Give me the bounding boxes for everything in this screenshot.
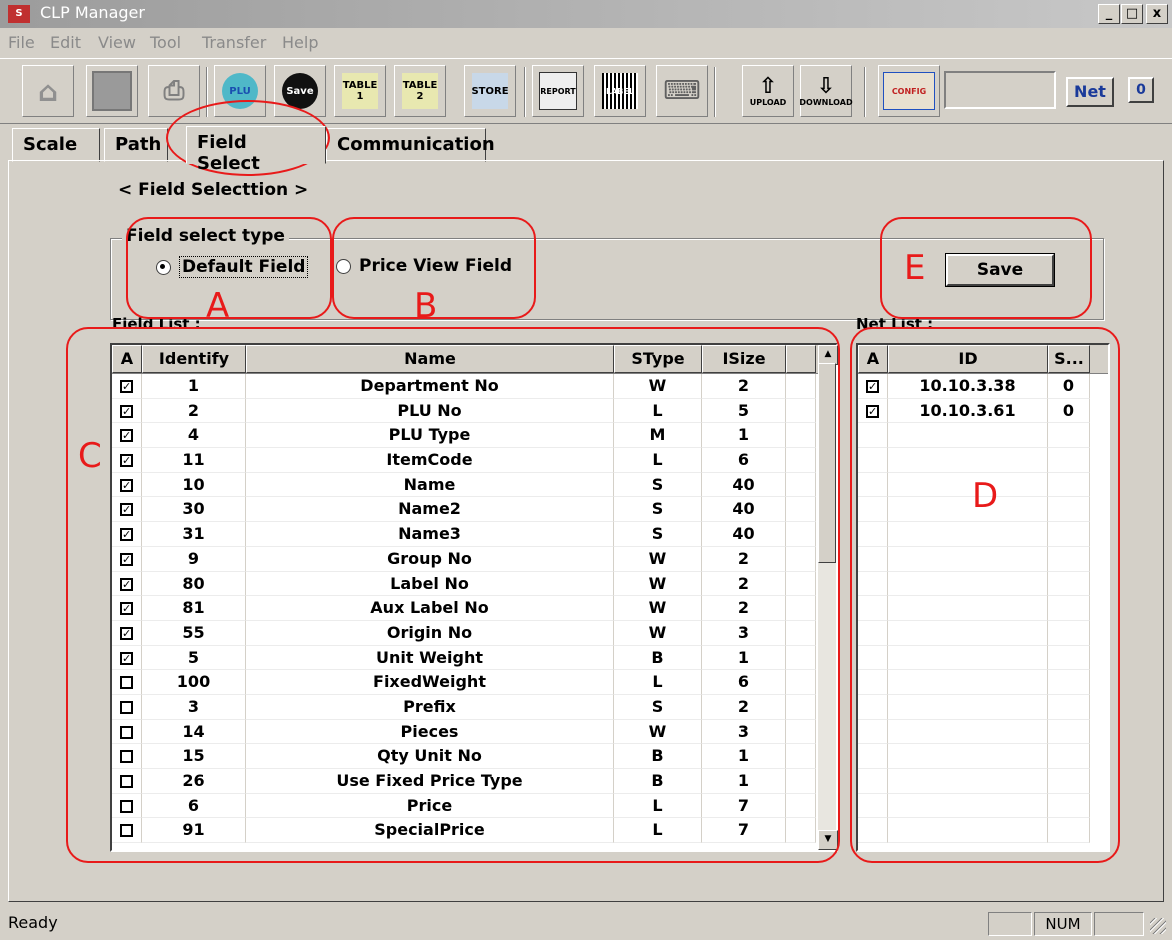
table2-icon: TABLE 2 [402,73,438,109]
config-button[interactable]: CONFIG [878,65,940,117]
maximize-button[interactable]: □ [1121,4,1143,24]
table1-button[interactable]: TABLE 1 [334,65,386,117]
status-bar: Ready NUM [0,908,1172,940]
window-title: CLP Manager [40,3,145,22]
keyboard-button[interactable]: ⌨ [656,65,708,117]
menu-tool[interactable]: Tool [150,33,181,52]
annotation-box-d [850,327,1120,863]
menu-file[interactable]: File [8,33,35,52]
save-store-icon: Save [282,73,318,109]
tab-scale[interactable]: Scale [12,128,100,162]
status-text: Ready [8,913,58,932]
tab-field-select[interactable]: Field Select [186,126,326,174]
annotation-label-a: A [206,286,230,326]
counter-button[interactable]: 0 [1128,77,1154,103]
save-file-button[interactable] [86,65,138,117]
annotation-label-b: B [414,286,438,326]
menu-edit[interactable]: Edit [50,33,81,52]
upload-label: UPLOAD [749,97,787,107]
report-button[interactable]: REPORT [532,65,584,117]
minimize-button[interactable]: _ [1098,4,1120,24]
tab-path[interactable]: Path [104,128,168,162]
net-address-field[interactable] [944,71,1056,109]
menu-transfer[interactable]: Transfer [202,33,266,52]
tab-communication[interactable]: Communication [326,128,495,162]
menu-bar: File Edit View Tool Transfer Help [0,30,1172,56]
toolbar: ⌂ ⎙ PLU Save TABLE 1 TABLE 2 STORE REPOR… [0,58,1172,124]
resize-grip-icon[interactable] [1150,918,1166,934]
store-icon: STORE [471,73,509,109]
home-button[interactable]: ⌂ [22,65,74,117]
toolbar-separator [714,67,716,117]
annotation-label-d: D [972,476,999,516]
title-bar: S CLP Manager _ □ x [0,0,1172,28]
label-icon: LABEL [602,73,638,109]
download-label: DOWNLOAD [799,97,853,107]
printer-icon: ⎙ [163,75,185,106]
status-panel-empty-2 [1094,912,1144,936]
table2-button[interactable]: TABLE 2 [394,65,446,117]
report-icon: REPORT [539,72,577,110]
close-button[interactable]: x [1146,4,1168,24]
status-num-indicator: NUM [1034,912,1092,936]
table1-icon: TABLE 1 [342,73,378,109]
upload-button[interactable]: ⇧ UPLOAD [742,65,794,117]
label-button[interactable]: LABEL [594,65,646,117]
store-button[interactable]: STORE [464,65,516,117]
menu-help[interactable]: Help [282,33,318,52]
annotation-label-e: E [904,248,926,288]
home-icon: ⌂ [37,74,59,108]
download-button[interactable]: ⇩ DOWNLOAD [799,65,853,117]
config-icon: CONFIG [883,72,935,110]
section-title: < Field Selecttion > [118,180,309,200]
download-icon: ⇩ [816,73,836,99]
annotation-box-c [66,327,840,863]
app-icon: S [8,5,30,23]
net-button[interactable]: Net [1066,77,1114,107]
annotation-label-c: C [78,436,102,476]
status-panel-empty [988,912,1032,936]
toolbar-separator [864,67,866,117]
menu-view[interactable]: View [98,33,136,52]
keyboard-icon: ⌨ [663,76,701,106]
toolbar-separator [524,67,526,117]
upload-icon: ⇧ [758,73,778,99]
save-icon [92,71,132,111]
